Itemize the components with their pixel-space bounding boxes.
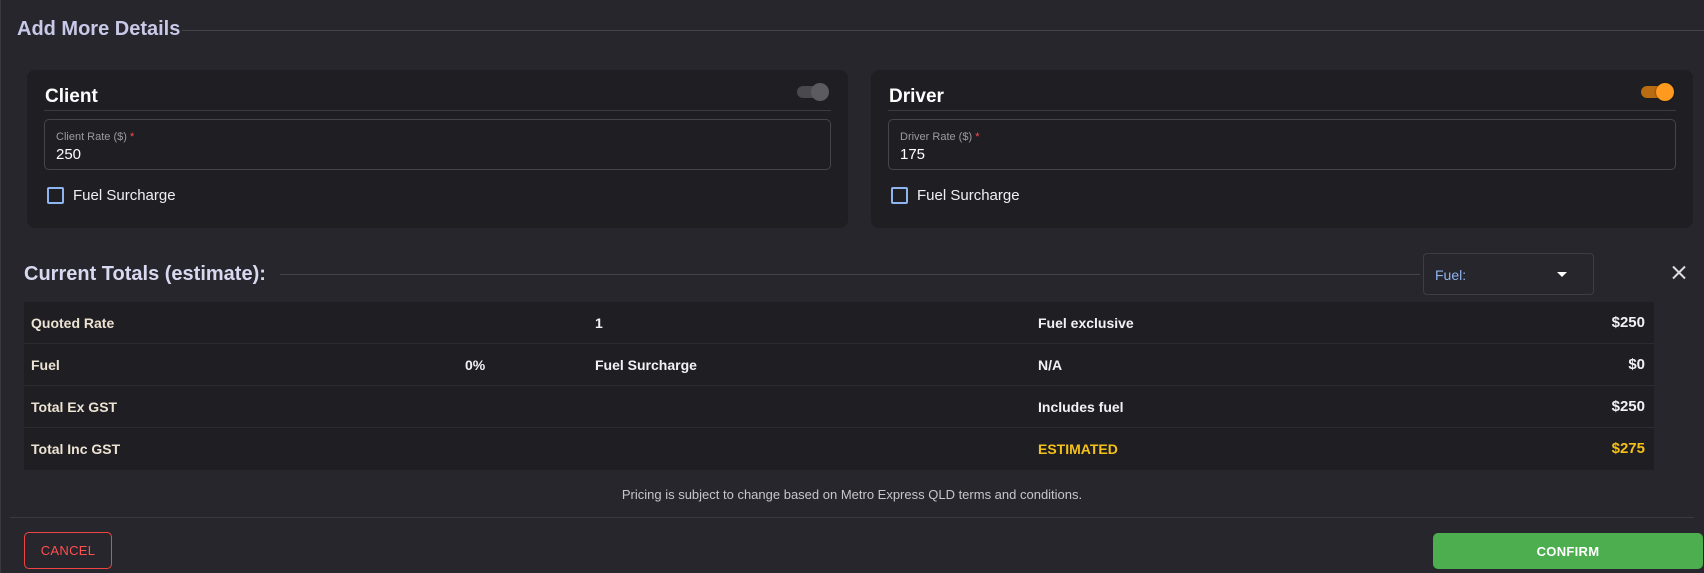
client-card-title: Client [45,86,98,107]
pricing-disclaimer: Pricing is subject to change based on Me… [621,487,1083,502]
row-col3: Fuel Surcharge [595,357,697,373]
section-header: Add More Details [17,14,1704,44]
footer-divider [10,517,1694,518]
driver-fuel-surcharge-row[interactable]: Fuel Surcharge [891,187,1020,204]
row-amount: $250 [1611,398,1645,415]
row-label: Fuel [31,357,60,373]
totals-table: Quoted Rate 1 Fuel exclusive $250 Fuel 0… [24,302,1654,470]
driver-toggle[interactable] [1641,83,1675,101]
client-card: Client Client Rate ($) * Fuel Surcharge [27,70,848,228]
table-row: Quoted Rate 1 Fuel exclusive $250 [24,302,1654,344]
totals-title: Current Totals (estimate): [24,262,266,285]
driver-rate-required-mark: * [975,131,980,143]
client-fuel-surcharge-label: Fuel Surcharge [73,187,176,204]
driver-rate-input[interactable] [900,146,1608,163]
table-row: Total Inc GST ESTIMATED $275 [24,428,1654,470]
row-label: Total Ex GST [31,399,118,415]
row-label: Total Inc GST [31,441,121,457]
close-icon[interactable] [1668,262,1690,284]
estimated-status: ESTIMATED [1038,441,1118,457]
client-fuel-surcharge-row[interactable]: Fuel Surcharge [47,187,176,204]
row-col4: Includes fuel [1038,399,1124,415]
driver-rate-label-text: Driver Rate ($) [900,131,973,143]
row-col2: 0% [465,357,486,373]
client-fuel-surcharge-checkbox[interactable] [47,187,64,204]
totals-header: Current Totals (estimate): [24,262,1420,286]
table-row: Fuel 0% Fuel Surcharge N/A $0 [24,344,1654,386]
driver-card-divider [888,110,1676,111]
fuel-select-label: Fuel: [1435,267,1467,283]
driver-rate-label: Driver Rate ($) * [900,131,979,143]
row-col3: 1 [595,315,603,331]
confirm-button[interactable]: CONFIRM [1433,533,1703,569]
row-amount: $250 [1611,314,1645,331]
client-rate-label: Client Rate ($) * [56,131,134,143]
client-card-divider [44,110,831,111]
header-divider [182,29,1704,31]
totals-divider [279,273,1420,275]
client-rate-field[interactable]: Client Rate ($) * [44,119,831,170]
client-rate-input[interactable] [56,146,763,163]
driver-card-title: Driver [889,86,944,107]
driver-fuel-surcharge-label: Fuel Surcharge [917,187,1020,204]
row-col4: N/A [1038,357,1063,373]
client-rate-label-text: Client Rate ($) [56,131,127,143]
cancel-button[interactable]: CANCEL [24,532,112,569]
client-toggle[interactable] [797,83,831,101]
driver-rate-field[interactable]: Driver Rate ($) * [888,119,1676,170]
page-title: Add More Details [17,17,181,40]
total-inc-gst-amount: $275 [1611,440,1645,457]
row-col4: Fuel exclusive [1038,315,1134,331]
client-toggle-thumb [811,83,829,101]
driver-fuel-surcharge-checkbox[interactable] [891,187,908,204]
client-rate-required-mark: * [129,131,135,143]
row-amount: $0 [1628,356,1645,373]
driver-toggle-thumb [1656,83,1674,101]
driver-card: Driver Driver Rate ($) * Fuel Surcharge [871,70,1693,228]
row-label: Quoted Rate [31,315,115,331]
caret-down-icon [1557,272,1567,277]
fuel-select[interactable]: Fuel: [1423,253,1594,295]
table-row: Total Ex GST Includes fuel $250 [24,386,1654,428]
